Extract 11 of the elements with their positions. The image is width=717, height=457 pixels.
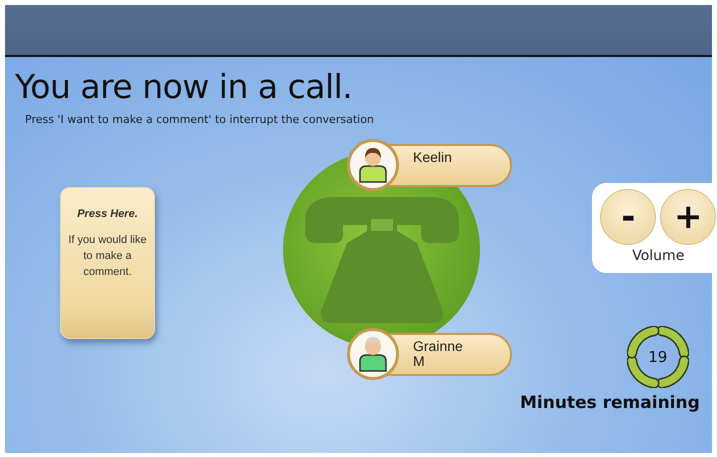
timer-ring-icon [626,326,689,388]
volume-label: Volume [632,248,684,264]
comment-button[interactable]: Press Here. If you would like to make a comment. [60,187,155,339]
volume-up-button[interactable]: + [660,189,716,245]
minutes-count: 19 [648,348,668,366]
participant-name: Grainne M [413,339,464,369]
participant-name: Keelin [413,150,453,165]
instruction-text: Press 'I want to make a comment' to interrupt the conversation [25,113,375,126]
minutes-remaining-label: Minutes remaining [520,393,700,413]
volume-down-button[interactable]: - [600,189,656,245]
page-title: You are now in a call. [15,67,354,107]
